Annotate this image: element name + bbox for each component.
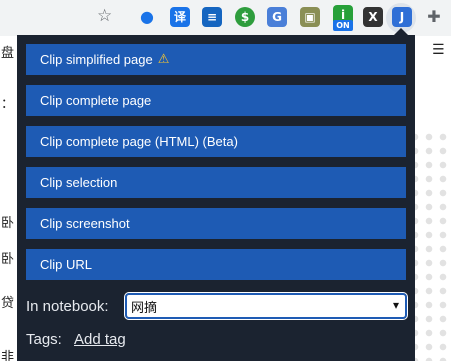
- warning-icon: ⚠: [157, 52, 170, 67]
- clipper-popup: Clip simplified page ⚠ Clip complete pag…: [17, 35, 415, 361]
- dictionary-icon[interactable]: ≡: [202, 7, 222, 27]
- browser-toolbar: ☆ ● 译 ≡ $ G ▣ i ON X J ✚: [0, 0, 451, 36]
- tags-label: Tags:: [26, 331, 62, 348]
- add-tag-link[interactable]: Add tag: [74, 331, 126, 348]
- clip-selection-button[interactable]: Clip selection: [26, 167, 406, 198]
- on-badge: ON: [333, 20, 353, 31]
- chrome-dot-icon[interactable]: ●: [137, 7, 157, 27]
- bg-text-fragment: 贷: [1, 296, 15, 311]
- button-label: Clip URL: [40, 257, 93, 272]
- clipper-icon[interactable]: J: [392, 7, 412, 27]
- puzzle-icon[interactable]: ✚: [424, 7, 444, 27]
- sidebar-icon[interactable]: ☰: [432, 42, 445, 58]
- money-icon[interactable]: $: [235, 7, 255, 27]
- bg-text-fragment: 卧: [1, 216, 15, 231]
- button-label: Clip selection: [40, 175, 118, 190]
- notebook-selected-value: 网摘: [131, 300, 158, 316]
- translate-icon[interactable]: 译: [170, 7, 190, 27]
- button-label: Clip screenshot: [40, 216, 130, 231]
- x-icon[interactable]: X: [363, 7, 383, 27]
- bookmark-star-icon[interactable]: ☆: [97, 6, 112, 26]
- clip-screenshot-button[interactable]: Clip screenshot: [26, 208, 406, 239]
- button-label: Clip complete page (HTML) (Beta): [40, 134, 238, 149]
- clip-url-button[interactable]: Clip URL: [26, 249, 406, 280]
- bg-text-fragment: 卧: [1, 252, 15, 267]
- bg-text-fragment: 盘: [1, 46, 15, 61]
- button-label: Clip simplified page: [40, 52, 153, 67]
- clip-complete-page-button[interactable]: Clip complete page: [26, 85, 406, 116]
- chevron-down-icon: ▾: [392, 298, 399, 312]
- clip-simplified-page-button[interactable]: Clip simplified page ⚠: [26, 44, 406, 75]
- notebook-label: In notebook:: [26, 298, 109, 315]
- notebook-select[interactable]: 网摘 ▾: [124, 292, 408, 320]
- bg-text-fragment: ：: [1, 97, 15, 112]
- bg-text-fragment: 非: [1, 350, 15, 361]
- google-translate-icon[interactable]: G: [267, 7, 287, 27]
- clip-complete-page-html-button[interactable]: Clip complete page (HTML) (Beta): [26, 126, 406, 157]
- button-label: Clip complete page: [40, 93, 152, 108]
- image-icon[interactable]: ▣: [300, 7, 320, 27]
